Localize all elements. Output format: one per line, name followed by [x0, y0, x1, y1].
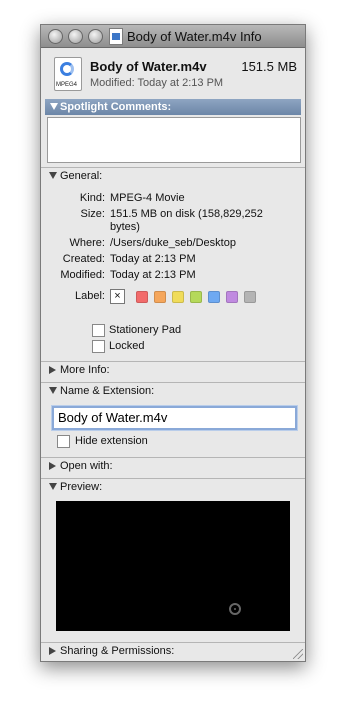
section-label: More Info:: [60, 364, 110, 376]
quicktime-icon: [60, 62, 74, 76]
file-size: 151.5 MB: [241, 59, 297, 74]
label-color-swatch[interactable]: [136, 291, 148, 303]
locked-checkbox[interactable]: [92, 340, 105, 353]
section-sharing-permissions[interactable]: Sharing & Permissions:: [41, 642, 305, 659]
section-spotlight-comments[interactable]: Spotlight Comments:: [45, 99, 301, 115]
label-key: Label:: [75, 290, 105, 302]
label-color-swatch[interactable]: [190, 291, 202, 303]
hide-extension-checkbox[interactable]: [57, 435, 70, 448]
created-value: Today at 2:13 PM: [110, 253, 196, 265]
section-label: Preview:: [60, 481, 103, 493]
title-bar[interactable]: Body of Water.m4v Info: [41, 25, 305, 48]
close-button[interactable]: [48, 29, 63, 44]
info-window: Body of Water.m4v Info MPEG4 Body of Wat…: [40, 24, 306, 662]
modified-summary: Modified: Today at 2:13 PM: [90, 77, 224, 89]
label-color-swatch[interactable]: [244, 291, 256, 303]
section-name-extension[interactable]: Name & Extension:: [41, 382, 305, 399]
hide-extension-label: Hide extension: [75, 435, 148, 447]
section-label: Name & Extension:: [60, 385, 155, 397]
size-key: Size:: [80, 208, 105, 220]
play-icon[interactable]: [229, 603, 241, 615]
section-label: General:: [60, 170, 103, 182]
section-more-info[interactable]: More Info:: [41, 361, 305, 378]
disclosure-triangle-icon[interactable]: [49, 647, 56, 655]
disclosure-triangle-icon[interactable]: [49, 387, 57, 394]
file-name: Body of Water.m4v: [90, 59, 207, 74]
spotlight-comments-field[interactable]: [47, 117, 301, 163]
size-value: 151.5 MB on disk (158,829,252: [110, 208, 263, 220]
modified-value: Today at 2:13 PM: [110, 269, 196, 281]
stationery-pad-label: Stationery Pad: [109, 324, 182, 336]
stationery-pad-checkbox[interactable]: [92, 324, 105, 337]
label-none-button[interactable]: ×: [110, 289, 125, 304]
where-value: /Users/duke_seb/Desktop: [110, 237, 236, 249]
label-color-swatch[interactable]: [172, 291, 184, 303]
minimize-button[interactable]: [68, 29, 83, 44]
modified-key: Modified:: [60, 269, 105, 281]
file-icon-tag: MPEG4: [56, 82, 78, 88]
name-extension-input[interactable]: [54, 408, 292, 426]
movie-preview[interactable]: [56, 501, 290, 631]
created-key: Created:: [62, 253, 105, 265]
document-proxy-icon[interactable]: [109, 28, 123, 45]
resize-grip-icon[interactable]: [293, 649, 303, 659]
name-extension-field-wrap[interactable]: [52, 406, 297, 430]
label-color-swatch[interactable]: [226, 291, 238, 303]
size-value-cont: bytes): [110, 221, 140, 233]
where-key: Where:: [69, 237, 105, 249]
disclosure-triangle-icon[interactable]: [50, 103, 58, 110]
disclosure-triangle-icon[interactable]: [49, 483, 57, 490]
disclosure-triangle-icon[interactable]: [49, 462, 56, 470]
disclosure-triangle-icon[interactable]: [49, 172, 57, 179]
disclosure-triangle-icon[interactable]: [49, 366, 56, 374]
section-preview[interactable]: Preview:: [41, 478, 305, 495]
locked-label: Locked: [109, 340, 145, 352]
label-color-swatch[interactable]: [208, 291, 220, 303]
window-title: Body of Water.m4v Info: [127, 29, 262, 44]
section-label: Sharing & Permissions:: [60, 645, 175, 657]
mpeg4-file-icon: MPEG4: [54, 57, 82, 91]
kind-value: MPEG-4 Movie: [110, 192, 185, 204]
label-color-swatch[interactable]: [154, 291, 166, 303]
section-open-with[interactable]: Open with:: [41, 457, 305, 474]
zoom-button[interactable]: [88, 29, 103, 44]
section-label: Spotlight Comments:: [60, 101, 172, 113]
section-general[interactable]: General:: [41, 167, 305, 184]
kind-key: Kind:: [79, 192, 105, 204]
section-label: Open with:: [60, 460, 113, 472]
